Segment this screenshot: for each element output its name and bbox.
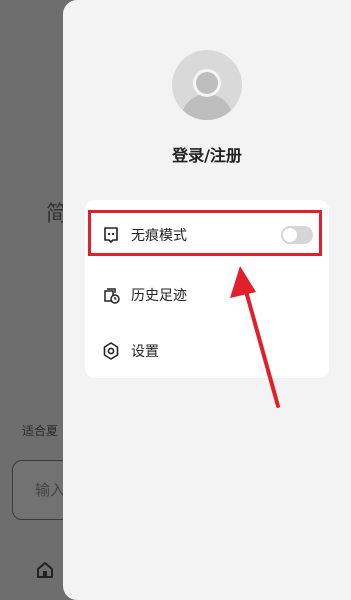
default-avatar-icon (181, 69, 233, 120)
annotation-arrow-icon (230, 266, 280, 408)
menu-item-label: 设置 (131, 344, 159, 360)
toggle-knob (283, 228, 297, 242)
history-icon (104, 288, 120, 304)
menu-item-label: 历史足迹 (131, 288, 187, 304)
settings-icon (103, 342, 119, 360)
background-caption: 适合夏 (22, 424, 59, 438)
menu-item-incognito[interactable]: 无痕模式 (85, 209, 329, 261)
home-icon[interactable] (35, 560, 55, 580)
background-input-placeholder: 输入 (35, 481, 66, 499)
incognito-toggle[interactable] (281, 226, 313, 244)
menu-item-label: 无痕模式 (131, 228, 187, 244)
login-register-link[interactable]: 登录/注册 (63, 142, 351, 166)
incognito-icon (104, 227, 118, 243)
avatar[interactable] (172, 50, 242, 120)
